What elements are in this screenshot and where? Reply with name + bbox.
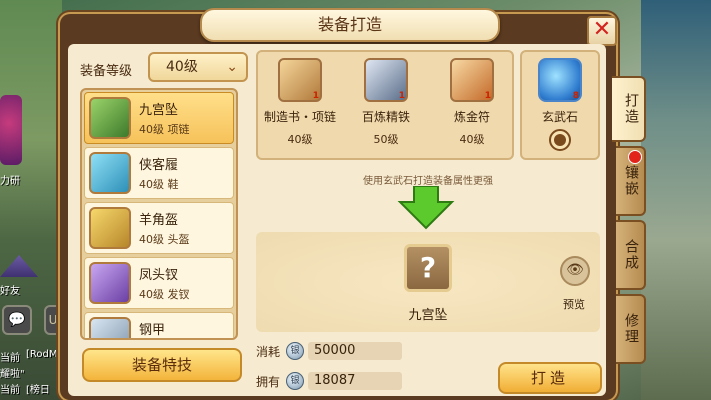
materials-panel: 1 制造书・项链 40级 1 百炼精铁 50级 1 炼金符 40级 xyxy=(256,50,514,160)
material-name: 炼金符 xyxy=(453,110,490,124)
equipment-list[interactable]: 九宫坠 40级 项链 侠客履 40级 鞋 羊角盔 40级 头盔 凤头钗 40级 … xyxy=(80,88,238,340)
close-button[interactable]: ✕ xyxy=(587,16,617,46)
level-value: 40级 xyxy=(166,59,198,75)
equipment-special-button[interactable]: 装备特技 xyxy=(82,348,242,382)
item-sub: 40级 鞋 xyxy=(139,178,179,191)
close-icon: ✕ xyxy=(592,17,612,42)
item-name: 钢甲 xyxy=(139,323,166,338)
item-sub: 40级 项链 xyxy=(139,123,190,136)
preview-eye-icon[interactable]: 👁 xyxy=(560,256,590,286)
material-level: 50级 xyxy=(373,133,399,146)
preview-label: 预览 xyxy=(563,298,585,311)
chat-bubble-icon[interactable]: 💬 xyxy=(2,305,32,335)
bg-label-0: 力研 xyxy=(0,176,20,187)
level-select[interactable]: 40级 ⌄ xyxy=(148,52,248,82)
tab-forge[interactable]: 打造 xyxy=(612,76,646,142)
silver-coin-icon: 银 xyxy=(286,342,304,360)
material-name: 百炼精铁 xyxy=(361,110,410,124)
stone-hint: 使用玄武石打造装备属性更强 xyxy=(363,176,493,187)
item-name: 羊角盔 xyxy=(139,213,179,228)
list-item-hairpin[interactable]: 凤头钗 40级 发钗 xyxy=(84,257,234,309)
iron-icon: 1 xyxy=(364,58,408,102)
forge-button[interactable]: 打造 xyxy=(498,362,602,394)
boots-icon xyxy=(89,152,131,194)
window-title: 装备打造 xyxy=(200,8,500,42)
window-body: 装备等级 40级 ⌄ 九宫坠 40级 项链 侠客履 40级 鞋 羊角盔 40级 … xyxy=(68,44,606,396)
list-item-pendant[interactable]: 九宫坠 40级 项链 xyxy=(84,92,234,144)
game-character xyxy=(0,95,22,165)
stone-count: 8 xyxy=(572,91,579,101)
material-charm[interactable]: 1 炼金符 40级 xyxy=(432,58,512,147)
chat-message: 耀啦" xyxy=(0,369,25,380)
result-slot[interactable]: ? xyxy=(404,244,452,292)
item-name: 九宫坠 xyxy=(139,103,179,118)
charm-icon: 1 xyxy=(450,58,494,102)
item-name: 凤头钗 xyxy=(139,268,179,283)
hairpin-icon xyxy=(89,262,131,304)
material-count: 1 xyxy=(312,91,319,101)
silver-coin-icon: 银 xyxy=(286,372,304,390)
pendant-icon xyxy=(89,97,131,139)
forge-window: 装备打造 ✕ 装备等级 40级 ⌄ 九宫坠 40级 项链 侠客履 40级 鞋 羊… xyxy=(60,8,617,400)
tab-repair[interactable]: 修理 xyxy=(616,294,646,364)
notification-dot-icon xyxy=(628,150,642,164)
owned-row: 拥有 银 18087 xyxy=(256,370,466,392)
chat-sender-2: [榜日 xyxy=(26,385,50,396)
scroll-icon: 1 xyxy=(278,58,322,102)
cost-value: 50000 xyxy=(308,342,402,360)
item-sub: 40级 头盔 xyxy=(139,233,190,246)
material-count: 1 xyxy=(398,91,405,101)
helmet-icon xyxy=(89,207,131,249)
stone-panel[interactable]: 8 玄武石 xyxy=(520,50,600,160)
game-background-left xyxy=(0,0,62,400)
level-label: 装备等级 xyxy=(80,64,133,79)
chat-channel-label: 当前 xyxy=(0,353,20,364)
chevron-down-icon: ⌄ xyxy=(226,59,238,75)
item-name: 侠客履 xyxy=(139,158,179,173)
stone-icon: 8 xyxy=(538,58,582,102)
stone-toggle[interactable] xyxy=(549,129,571,151)
material-scroll[interactable]: 1 制造书・项链 40级 xyxy=(260,58,340,147)
result-name: 九宫坠 xyxy=(408,308,448,323)
material-iron[interactable]: 1 百炼精铁 50级 xyxy=(346,58,426,147)
chat-channel-label-2: 当前 xyxy=(0,385,20,396)
material-level: 40级 xyxy=(459,133,485,146)
item-sub: 40级 发钗 xyxy=(139,288,190,301)
friends-label[interactable]: 好友 xyxy=(0,282,20,297)
chat-sender: [RodM xyxy=(26,349,58,360)
game-background-right xyxy=(641,0,711,400)
armor-icon xyxy=(89,317,131,338)
material-count: 1 xyxy=(484,91,491,101)
tab-combine[interactable]: 合成 xyxy=(616,220,646,290)
list-item-boots[interactable]: 侠客履 40级 鞋 xyxy=(84,147,234,199)
material-level: 40级 xyxy=(287,133,313,146)
list-item-armor[interactable]: 钢甲 xyxy=(84,312,234,338)
material-name: 制造书・项链 xyxy=(263,110,336,124)
owned-value: 18087 xyxy=(308,372,402,390)
result-panel: ? 九宫坠 👁 预览 xyxy=(256,232,600,332)
stone-name: 玄武石 xyxy=(541,110,578,124)
cost-row: 消耗 银 50000 xyxy=(256,340,466,362)
cost-label: 消耗 xyxy=(256,345,281,359)
list-item-helmet[interactable]: 羊角盔 40级 头盔 xyxy=(84,202,234,254)
owned-label: 拥有 xyxy=(256,375,281,389)
arrow-down-icon xyxy=(397,186,455,230)
